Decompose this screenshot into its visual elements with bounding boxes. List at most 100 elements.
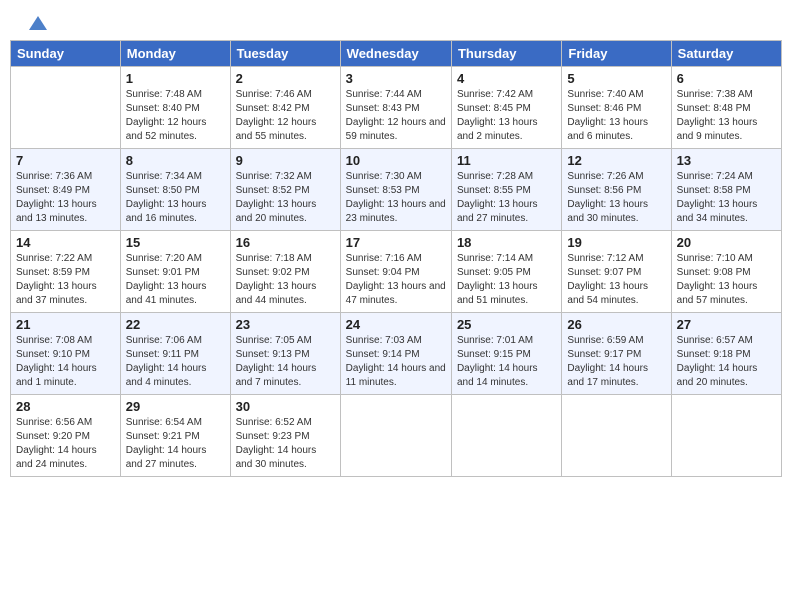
calendar-day-header: Monday (120, 41, 230, 67)
calendar-cell: 9 Sunrise: 7:32 AMSunset: 8:52 PMDaylight… (230, 149, 340, 231)
calendar-cell: 22Sunrise: 7:06 AMSunset: 9:11 PMDayligh… (120, 313, 230, 395)
day-info: Sunrise: 7:10 AMSunset: 9:08 PMDaylight:… (677, 253, 758, 306)
day-info: Sunrise: 6:59 AMSunset: 9:17 PMDaylight:… (567, 335, 648, 388)
calendar-cell: 6Sunrise: 7:38 AMSunset: 8:48 PMDaylight… (671, 67, 781, 149)
calendar-cell: 29 Sunrise: 6:54 AMSunset: 9:21 PMDayligh… (120, 395, 230, 477)
day-number: 30 (236, 399, 335, 414)
calendar-cell: 1Sunrise: 7:48 AMSunset: 8:40 PMDaylight… (120, 67, 230, 149)
day-info: Sunrise: 6:54 AMSunset: 9:21 PMDaylight:… (126, 417, 207, 470)
day-number: 11 (457, 153, 556, 168)
day-info: Sunrise: 7:40 AMSunset: 8:46 PMDaylight:… (567, 89, 648, 142)
logo-icon (27, 12, 49, 34)
calendar-cell (11, 67, 121, 149)
day-number: 3 (346, 71, 446, 86)
calendar-cell: 16 Sunrise: 7:18 AMSunset: 9:02 PMDayligh… (230, 231, 340, 313)
calendar-cell: 27 Sunrise: 6:57 AMSunset: 9:18 PMDayligh… (671, 313, 781, 395)
calendar-cell: 17 Sunrise: 7:16 AMSunset: 9:04 PMDayligh… (340, 231, 451, 313)
calendar-week-row: 7 Sunrise: 7:36 AMSunset: 8:49 PMDaylight… (11, 149, 782, 231)
day-info: Sunrise: 7:08 AMSunset: 9:10 PMDaylight:… (16, 335, 97, 388)
day-info: Sunrise: 7:24 AMSunset: 8:58 PMDaylight:… (677, 171, 758, 224)
day-info: Sunrise: 7:01 AMSunset: 9:15 PMDaylight:… (457, 335, 538, 388)
day-number: 24 (346, 317, 446, 332)
day-info: Sunrise: 7:30 AMSunset: 8:53 PMDaylight:… (346, 171, 446, 224)
day-info: Sunrise: 7:32 AMSunset: 8:52 PMDaylight:… (236, 171, 317, 224)
day-info: Sunrise: 7:18 AMSunset: 9:02 PMDaylight:… (236, 253, 317, 306)
day-info: Sunrise: 7:34 AMSunset: 8:50 PMDaylight:… (126, 171, 207, 224)
calendar-day-header: Friday (562, 41, 671, 67)
calendar-table: SundayMondayTuesdayWednesdayThursdayFrid… (10, 40, 782, 477)
calendar-day-header: Sunday (11, 41, 121, 67)
day-number: 7 (16, 153, 115, 168)
day-info: Sunrise: 7:12 AMSunset: 9:07 PMDaylight:… (567, 253, 648, 306)
calendar-week-row: 28 Sunrise: 6:56 AMSunset: 9:20 PMDayligh… (11, 395, 782, 477)
day-info: Sunrise: 7:42 AMSunset: 8:45 PMDaylight:… (457, 89, 538, 142)
day-number: 18 (457, 235, 556, 250)
day-info: Sunrise: 7:20 AMSunset: 9:01 PMDaylight:… (126, 253, 207, 306)
calendar-cell: 3 Sunrise: 7:44 AMSunset: 8:43 PMDaylight… (340, 67, 451, 149)
day-number: 17 (346, 235, 446, 250)
day-number: 6 (677, 71, 776, 86)
calendar-cell: 15 Sunrise: 7:20 AMSunset: 9:01 PMDayligh… (120, 231, 230, 313)
calendar-cell: 25 Sunrise: 7:01 AMSunset: 9:15 PMDayligh… (451, 313, 561, 395)
day-number: 1 (126, 71, 225, 86)
day-number: 16 (236, 235, 335, 250)
day-number: 20 (677, 235, 776, 250)
calendar-cell: 7 Sunrise: 7:36 AMSunset: 8:49 PMDaylight… (11, 149, 121, 231)
calendar-cell: 24 Sunrise: 7:03 AMSunset: 9:14 PMDayligh… (340, 313, 451, 395)
day-number: 9 (236, 153, 335, 168)
calendar-week-row: 14 Sunrise: 7:22 AMSunset: 8:59 PMDayligh… (11, 231, 782, 313)
calendar-cell: 13 Sunrise: 7:24 AMSunset: 8:58 PMDayligh… (671, 149, 781, 231)
calendar-cell: 21 Sunrise: 7:08 AMSunset: 9:10 PMDayligh… (11, 313, 121, 395)
day-info: Sunrise: 7:03 AMSunset: 9:14 PMDaylight:… (346, 335, 446, 388)
day-number: 25 (457, 317, 556, 332)
calendar-cell (451, 395, 561, 477)
day-info: Sunrise: 6:56 AMSunset: 9:20 PMDaylight:… (16, 417, 97, 470)
day-number: 29 (126, 399, 225, 414)
day-number: 15 (126, 235, 225, 250)
day-info: Sunrise: 6:57 AMSunset: 9:18 PMDaylight:… (677, 335, 758, 388)
day-number: 10 (346, 153, 446, 168)
day-number: 28 (16, 399, 115, 414)
calendar-week-row: 1Sunrise: 7:48 AMSunset: 8:40 PMDaylight… (11, 67, 782, 149)
calendar-cell: 4Sunrise: 7:42 AMSunset: 8:45 PMDaylight… (451, 67, 561, 149)
calendar-cell: 14 Sunrise: 7:22 AMSunset: 8:59 PMDayligh… (11, 231, 121, 313)
day-number: 5 (567, 71, 665, 86)
day-number: 2 (236, 71, 335, 86)
calendar-cell: 28 Sunrise: 6:56 AMSunset: 9:20 PMDayligh… (11, 395, 121, 477)
day-info: Sunrise: 7:05 AMSunset: 9:13 PMDaylight:… (236, 335, 317, 388)
day-number: 21 (16, 317, 115, 332)
calendar-cell: 8Sunrise: 7:34 AMSunset: 8:50 PMDaylight… (120, 149, 230, 231)
day-info: Sunrise: 7:06 AMSunset: 9:11 PMDaylight:… (126, 335, 207, 388)
calendar-day-header: Tuesday (230, 41, 340, 67)
day-number: 14 (16, 235, 115, 250)
day-number: 27 (677, 317, 776, 332)
calendar-cell: 18 Sunrise: 7:14 AMSunset: 9:05 PMDayligh… (451, 231, 561, 313)
day-number: 26 (567, 317, 665, 332)
day-number: 13 (677, 153, 776, 168)
day-info: Sunrise: 7:22 AMSunset: 8:59 PMDaylight:… (16, 253, 97, 306)
calendar-week-row: 21 Sunrise: 7:08 AMSunset: 9:10 PMDayligh… (11, 313, 782, 395)
day-info: Sunrise: 6:52 AMSunset: 9:23 PMDaylight:… (236, 417, 317, 470)
day-info: Sunrise: 7:46 AMSunset: 8:42 PMDaylight:… (236, 89, 317, 142)
day-info: Sunrise: 7:26 AMSunset: 8:56 PMDaylight:… (567, 171, 648, 224)
day-info: Sunrise: 7:14 AMSunset: 9:05 PMDaylight:… (457, 253, 538, 306)
calendar-cell: 30 Sunrise: 6:52 AMSunset: 9:23 PMDayligh… (230, 395, 340, 477)
logo (25, 20, 49, 30)
day-info: Sunrise: 7:28 AMSunset: 8:55 PMDaylight:… (457, 171, 538, 224)
calendar-cell (340, 395, 451, 477)
day-number: 12 (567, 153, 665, 168)
day-number: 23 (236, 317, 335, 332)
calendar-day-header: Saturday (671, 41, 781, 67)
calendar-cell: 11 Sunrise: 7:28 AMSunset: 8:55 PMDayligh… (451, 149, 561, 231)
calendar-cell: 19Sunrise: 7:12 AMSunset: 9:07 PMDayligh… (562, 231, 671, 313)
calendar-cell: 12 Sunrise: 7:26 AMSunset: 8:56 PMDayligh… (562, 149, 671, 231)
day-info: Sunrise: 7:44 AMSunset: 8:43 PMDaylight:… (346, 89, 446, 142)
calendar-cell: 23 Sunrise: 7:05 AMSunset: 9:13 PMDayligh… (230, 313, 340, 395)
calendar-cell: 2 Sunrise: 7:46 AMSunset: 8:42 PMDaylight… (230, 67, 340, 149)
day-info: Sunrise: 7:16 AMSunset: 9:04 PMDaylight:… (346, 253, 446, 306)
page-header (10, 10, 782, 35)
day-info: Sunrise: 7:36 AMSunset: 8:49 PMDaylight:… (16, 171, 97, 224)
calendar-cell (671, 395, 781, 477)
calendar-cell: 26 Sunrise: 6:59 AMSunset: 9:17 PMDayligh… (562, 313, 671, 395)
calendar-day-header: Thursday (451, 41, 561, 67)
